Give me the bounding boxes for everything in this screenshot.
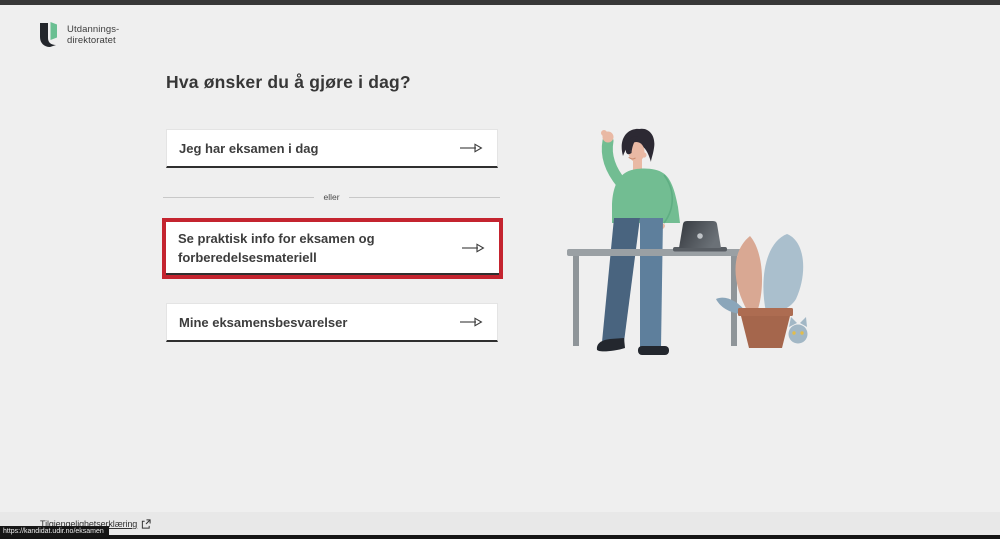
option-button-exam-today[interactable]: Jeg har eksamen i dag: [166, 129, 498, 168]
person-figure: [597, 129, 680, 355]
udir-logo[interactable]: Utdannings- direktoratet: [38, 21, 119, 49]
option-label: Jeg har eksamen i dag: [179, 139, 318, 158]
letterbox-top: [0, 0, 1000, 5]
arrow-right-icon: [459, 143, 483, 153]
divider-line-left: [163, 197, 314, 198]
illustration-person-waving: [560, 110, 840, 360]
laptop: [673, 221, 727, 252]
divider-label: eller: [323, 192, 339, 202]
option-label: Mine eksamensbesvarelser: [179, 313, 347, 332]
arrow-right-icon: [459, 317, 483, 327]
cat: [789, 317, 808, 344]
logo-line-2: direktoratet: [67, 35, 119, 46]
udir-logo-text: Utdannings- direktoratet: [67, 24, 119, 46]
option-button-my-answers[interactable]: Mine eksamensbesvarelser: [166, 303, 498, 342]
udir-logo-icon: [38, 21, 60, 49]
option-button-practical-info[interactable]: Se praktisk info for eksamen og forbered…: [166, 222, 499, 275]
page-title: Hva ønsker du å gjøre i dag?: [166, 72, 411, 93]
arrow-right-icon: [461, 243, 485, 253]
status-url-tooltip: https://kandidat.udir.no/eksamen: [0, 526, 109, 537]
external-link-icon: [141, 519, 151, 529]
logo-line-1: Utdannings-: [67, 24, 119, 35]
letterbox-bottom: [0, 535, 1000, 539]
option-label: Se praktisk info for eksamen og forbered…: [178, 229, 433, 267]
highlight-annotation-box: Se praktisk info for eksamen og forbered…: [162, 218, 503, 279]
or-divider: eller: [163, 190, 500, 204]
divider-line-right: [349, 197, 500, 198]
app-canvas: Utdannings- direktoratet Hva ønsker du å…: [0, 0, 1000, 539]
